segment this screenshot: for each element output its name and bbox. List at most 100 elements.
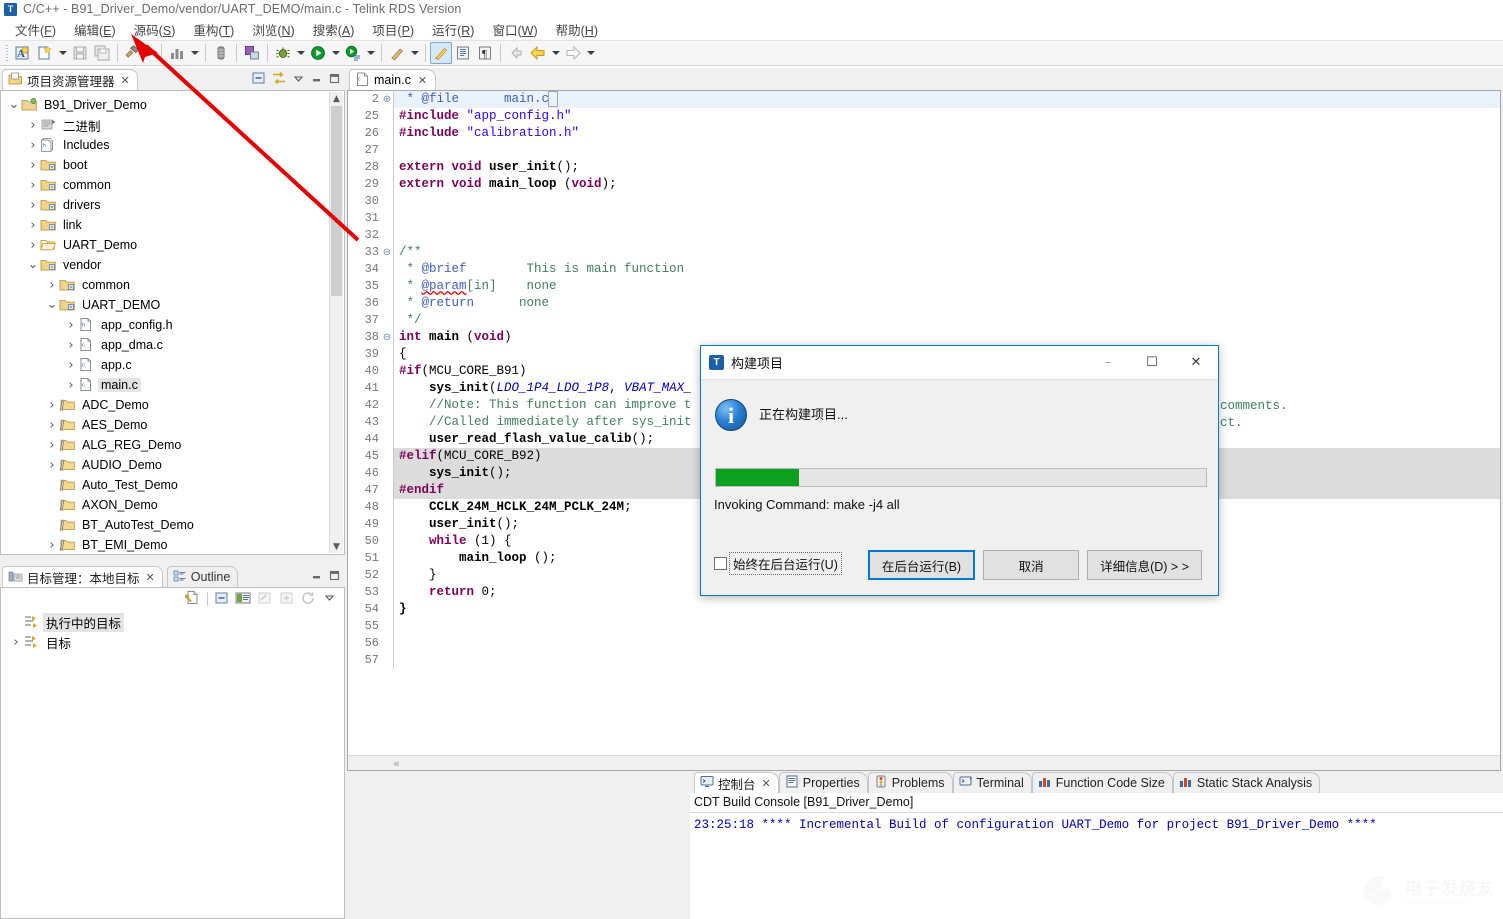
tree-item-app_dmac[interactable]: › c app_dma.c	[1, 335, 344, 355]
target-item[interactable]: › 目标	[1, 632, 344, 652]
minimize-icon[interactable]	[310, 569, 323, 585]
maximize-icon[interactable]	[328, 569, 341, 585]
new-file-icon[interactable]	[34, 42, 56, 64]
console-tab-terminal[interactable]: Terminal	[952, 772, 1032, 793]
toolbar-grip[interactable]	[4, 44, 10, 62]
tree-item-AUDIO_Demo[interactable]: › AUDIO_Demo	[1, 455, 344, 475]
tab-outline[interactable]: Outline	[166, 566, 239, 587]
tree-item-[interactable]: › 二进制	[1, 115, 344, 135]
scroll-up-icon[interactable]: ▲	[330, 92, 343, 105]
menu-file[interactable]: 文件(F)	[6, 18, 65, 41]
open-perspective-icon[interactable]	[241, 42, 263, 64]
build-project-dialog[interactable]: T 构建项目 – ☐ ✕ i 正在构建项目... Invoking Comman…	[700, 345, 1219, 596]
chevron-right-icon[interactable]: ›	[26, 158, 40, 173]
menu-help[interactable]: 帮助(H)	[547, 18, 607, 41]
tab-project-explorer[interactable]: 项目资源管理器 ✕	[2, 69, 138, 90]
code-line[interactable]: 31	[348, 210, 1500, 227]
code-line[interactable]: 33 ⊖ /**	[348, 244, 1500, 261]
code-line[interactable]: 30	[348, 193, 1500, 210]
code-line[interactable]: 54}	[348, 601, 1500, 618]
chevron-right-icon[interactable]: ›	[45, 418, 59, 433]
checkbox-box[interactable]	[714, 557, 727, 570]
fold-toggle-icon[interactable]: ⊖	[381, 329, 393, 346]
tree-item-drivers[interactable]: › drivers	[1, 195, 344, 215]
tree-item-mainc[interactable]: › c main.c	[1, 375, 344, 395]
fold-toggle-icon[interactable]: ⊖	[381, 244, 393, 261]
tree-item-appc[interactable]: › c app.c	[1, 355, 344, 375]
code-line[interactable]: 34 * @brief This is main function	[348, 261, 1500, 278]
tree-item-UART_DEMO[interactable]: ⌄ UART_DEMO	[1, 295, 344, 315]
code-line[interactable]: 25 #include "app_config.h"	[348, 108, 1500, 125]
menu-project[interactable]: 项目(P)	[363, 18, 423, 41]
close-icon[interactable]: ✕	[121, 74, 130, 87]
chevron-down-icon[interactable]: ⌄	[7, 98, 21, 111]
menu-source[interactable]: 源码(S)	[125, 18, 185, 41]
console-tab-function-code-size[interactable]: Function Code Size	[1031, 772, 1173, 793]
build-dropdown-icon[interactable]	[144, 42, 157, 64]
run-icon[interactable]	[307, 42, 329, 64]
always-run-in-background-checkbox[interactable]: 始终在后台运行(U)	[714, 552, 842, 575]
tree-item-UART_Demo[interactable]: › UART_Demo	[1, 235, 344, 255]
chevron-right-icon[interactable]: ›	[64, 378, 78, 393]
tree-item-link[interactable]: › link	[1, 215, 344, 235]
code-line[interactable]: 55	[348, 618, 1500, 635]
chevron-right-icon[interactable]: ›	[64, 318, 78, 333]
code-line[interactable]: 35 * @param[in] none	[348, 278, 1500, 295]
console-tab-static-stack-analysis[interactable]: Static Stack Analysis	[1172, 772, 1321, 793]
add-target-icon[interactable]	[279, 591, 295, 608]
console-tab-problems[interactable]: Problems	[867, 772, 953, 793]
chevron-right-icon[interactable]: ›	[45, 458, 59, 473]
pilcrow-icon[interactable]: ¶	[474, 42, 496, 64]
cancel-button[interactable]: 取消	[983, 550, 1080, 580]
last-edit-location-icon[interactable]	[505, 42, 527, 64]
details-button[interactable]: 详细信息(D) > >	[1087, 550, 1202, 580]
code-line[interactable]: 57	[348, 652, 1500, 669]
chevron-right-icon[interactable]: ›	[45, 398, 59, 413]
console-tab-properties[interactable]: Properties	[778, 772, 868, 793]
tab-main-c[interactable]: c main.c ✕	[349, 69, 437, 90]
chevron-right-icon[interactable]: ›	[45, 538, 59, 553]
code-line[interactable]: 32	[348, 227, 1500, 244]
tree-item-AES_Demo[interactable]: › AES_Demo	[1, 415, 344, 435]
code-line[interactable]: 27	[348, 142, 1500, 159]
code-line[interactable]: 37 */	[348, 312, 1500, 329]
link-with-editor-icon[interactable]	[271, 71, 287, 88]
tree-item-boot[interactable]: › boot	[1, 155, 344, 175]
code-line[interactable]: 36 * @return none	[348, 295, 1500, 312]
editor-horizontal-scrollbar[interactable]: «	[348, 755, 1500, 770]
collapse-all-icon[interactable]	[251, 71, 266, 88]
console-tab--[interactable]: 控制台 ✕	[694, 772, 779, 793]
tree-item-Auto_Test_Demo[interactable]: Auto_Test_Demo	[1, 475, 344, 495]
new-file-dropdown-icon[interactable]	[56, 42, 69, 64]
show-project-icon[interactable]	[235, 591, 251, 608]
show-whitespace-icon[interactable]	[452, 42, 474, 64]
dialog-maximize-button[interactable]: ☐	[1130, 346, 1174, 380]
code-line[interactable]: 2 ⊕ * @file main.c	[348, 91, 1500, 108]
dialog-minimize-button[interactable]: –	[1086, 346, 1130, 380]
code-line[interactable]: 38 ⊖ int main (void)	[348, 329, 1500, 346]
project-tree[interactable]: ⌄ B91_Driver_Demo › 二进制 › h Includes › boot › comm…	[1, 91, 344, 554]
menu-refactor[interactable]: 重构(T)	[184, 18, 243, 41]
code-line[interactable]: 29 extern void main_loop (void);	[348, 176, 1500, 193]
external-tools-dropdown-icon[interactable]	[364, 42, 377, 64]
run-dropdown-icon[interactable]	[329, 42, 342, 64]
tree-item-common[interactable]: › common	[1, 175, 344, 195]
tree-item-common[interactable]: › common	[1, 275, 344, 295]
menu-run[interactable]: 运行(R)	[423, 18, 483, 41]
collapse-all-icon[interactable]	[214, 591, 229, 608]
save-all-icon[interactable]	[91, 42, 113, 64]
tree-item-ADC_Demo[interactable]: › ADC_Demo	[1, 395, 344, 415]
build-hammer-icon[interactable]	[122, 42, 144, 64]
run-in-background-button[interactable]: 在后台运行(B)	[867, 550, 976, 580]
menu-search[interactable]: 搜索(A)	[304, 18, 364, 41]
rebuild-last-icon[interactable]	[301, 591, 317, 608]
chevron-right-icon[interactable]: ›	[26, 178, 40, 193]
scroll-thumb[interactable]	[331, 106, 342, 296]
close-icon[interactable]: ✕	[762, 777, 771, 790]
toggle-mark-occurrences-icon[interactable]	[430, 42, 452, 64]
target-item[interactable]: 执行中的目标	[1, 612, 344, 632]
menu-edit[interactable]: 编辑(E)	[65, 18, 125, 41]
chevron-right-icon[interactable]: ›	[9, 635, 23, 650]
chevron-right-icon[interactable]: ›	[26, 138, 40, 153]
new-c-cpp-project-icon[interactable]: A	[12, 42, 34, 64]
